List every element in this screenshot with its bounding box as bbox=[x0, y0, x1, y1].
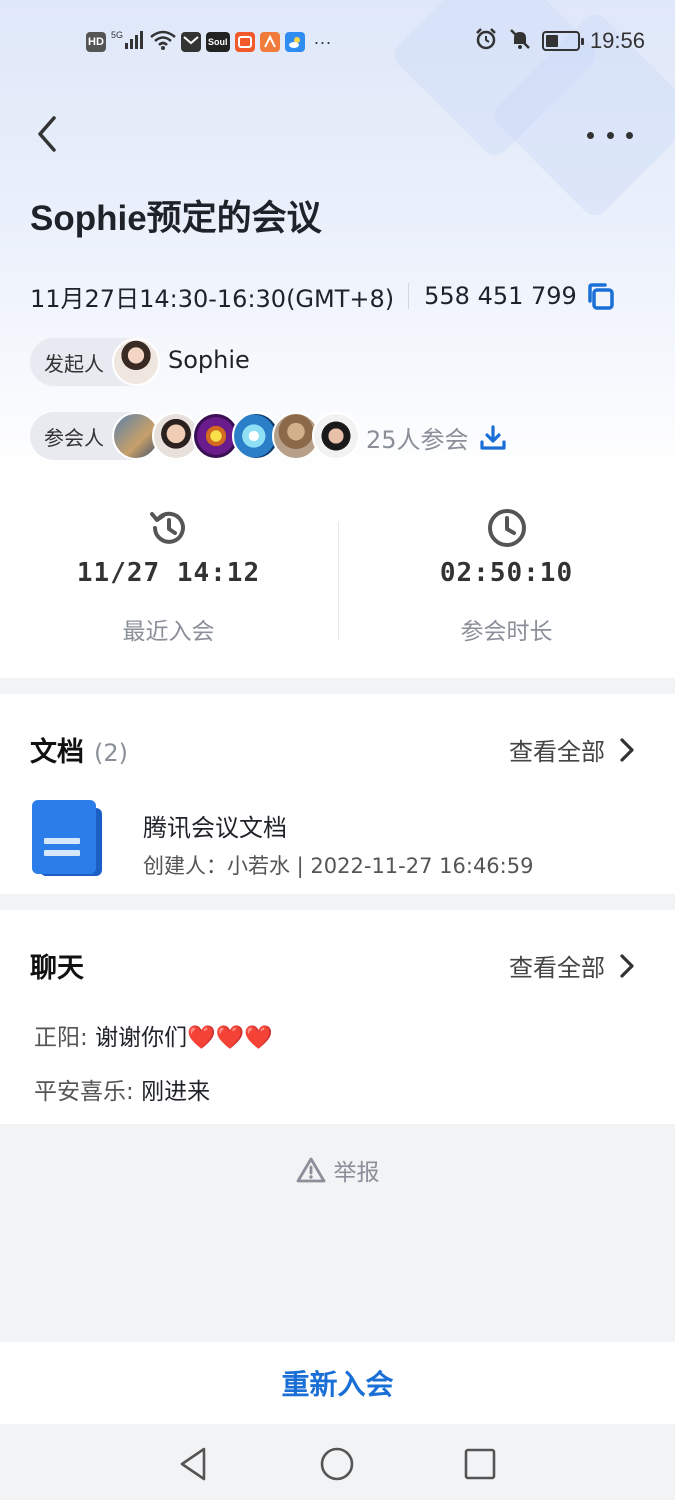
chevron-left-icon bbox=[38, 116, 56, 152]
docs-view-all-button[interactable]: 查看全部 bbox=[509, 732, 635, 767]
nav-home-icon[interactable] bbox=[317, 1444, 357, 1484]
history-clock-icon bbox=[149, 511, 185, 544]
last-join-value: 11/27 14:12 bbox=[76, 558, 261, 588]
alarm-icon bbox=[474, 27, 498, 56]
more-dot-icon bbox=[587, 131, 594, 139]
attendee-count-text: 25人参会 bbox=[366, 426, 469, 454]
nav-back-icon[interactable] bbox=[174, 1444, 214, 1484]
nav-recents-icon[interactable] bbox=[460, 1444, 500, 1484]
attendee-avatars[interactable] bbox=[112, 412, 362, 462]
view-all-label: 查看全部 bbox=[509, 954, 605, 982]
document-icon[interactable] bbox=[32, 800, 102, 876]
meeting-info-row: 11月27日14:30-16:30(GMT+8) 558 451 799 bbox=[30, 276, 615, 316]
meeting-time-range: 11月27日14:30-16:30(GMT+8) bbox=[30, 284, 395, 313]
mute-icon bbox=[508, 27, 532, 56]
copy-icon[interactable] bbox=[585, 281, 615, 311]
orange-app-icon bbox=[259, 32, 280, 52]
meeting-id[interactable]: 558 451 799 bbox=[424, 282, 577, 310]
wifi-icon bbox=[150, 29, 176, 56]
status-left-icons: HD 5G Soul ··· bbox=[86, 28, 331, 56]
more-dot-icon bbox=[626, 131, 633, 139]
chat-section: 聊天 查看全部 正阳: 谢谢你们❤️❤️❤️ 平安喜乐: 刚进来 bbox=[0, 910, 675, 1124]
meeting-stats: 11/27 14:12 最近入会 02:50:10 参会时长 bbox=[0, 480, 675, 678]
chat-message: 正阳: 谢谢你们❤️❤️❤️ bbox=[34, 1018, 273, 1052]
document-name[interactable]: 腾讯会议文档 bbox=[143, 808, 287, 843]
docs-title: 文档 (2) bbox=[30, 730, 128, 769]
heart-emoji: ❤️❤️❤️ bbox=[187, 1025, 273, 1051]
chat-title-text: 聊天 bbox=[30, 953, 84, 984]
docs-title-text: 文档 bbox=[30, 737, 84, 768]
clock-icon bbox=[487, 509, 526, 547]
report-button[interactable]: 举报 bbox=[0, 1150, 675, 1190]
chat-title: 聊天 bbox=[30, 946, 84, 985]
attendees-label: 参会人 bbox=[44, 425, 104, 450]
duration-stat: 02:50:10 参会时长 bbox=[338, 480, 675, 678]
host-name: Sophie bbox=[168, 346, 250, 374]
chevron-right-icon bbox=[620, 737, 634, 762]
5g-signal-icon: 5G bbox=[111, 29, 145, 56]
more-options-button[interactable] bbox=[587, 120, 633, 150]
duration-value: 02:50:10 bbox=[439, 558, 574, 588]
svg-text:5G: 5G bbox=[111, 30, 123, 40]
status-right-icons: 19:56 bbox=[474, 26, 645, 56]
last-join-label: 最近入会 bbox=[122, 619, 215, 645]
battery-icon bbox=[541, 31, 584, 51]
rejoin-button[interactable]: 重新入会 bbox=[281, 1363, 393, 1403]
docs-count: (2) bbox=[94, 739, 128, 767]
more-notifications-icon: ··· bbox=[313, 31, 332, 52]
chat-text: 谢谢你们 bbox=[95, 1025, 188, 1051]
view-all-label: 查看全部 bbox=[509, 738, 605, 766]
attendee-avatar[interactable] bbox=[312, 412, 360, 460]
host-avatar[interactable] bbox=[112, 338, 160, 386]
top-nav bbox=[0, 100, 675, 170]
chat-view-all-button[interactable]: 查看全部 bbox=[509, 948, 635, 983]
chat-sender: 正阳: bbox=[34, 1025, 96, 1051]
more-dot-icon bbox=[606, 131, 614, 139]
host-label: 发起人 bbox=[44, 351, 104, 376]
mail-app-icon bbox=[181, 32, 201, 52]
shop-app-icon bbox=[234, 32, 255, 52]
chevron-right-icon bbox=[620, 953, 634, 978]
docs-section: 文档 (2) 查看全部 腾讯会议文档 创建人：小若水 | 2022-11-27 1… bbox=[0, 694, 675, 894]
divider bbox=[408, 283, 410, 309]
page-title: Sophie预定的会议 bbox=[30, 199, 322, 238]
back-button[interactable] bbox=[30, 114, 66, 154]
soul-app-icon: Soul bbox=[206, 32, 230, 52]
system-nav-bar bbox=[0, 1424, 675, 1500]
hd-icon: HD bbox=[86, 32, 106, 52]
report-label: 举报 bbox=[333, 1160, 380, 1186]
last-join-stat: 11/27 14:12 最近入会 bbox=[0, 480, 337, 678]
download-icon[interactable] bbox=[479, 424, 507, 452]
chat-text: 刚进来 bbox=[141, 1079, 211, 1105]
status-bar: HD 5G Soul ··· 19:56 bbox=[0, 0, 675, 84]
warning-icon bbox=[296, 1157, 325, 1183]
chat-sender: 平安喜乐: bbox=[34, 1079, 142, 1105]
attendee-count[interactable]: 25人参会 bbox=[366, 420, 507, 455]
duration-label: 参会时长 bbox=[460, 619, 553, 645]
chat-message: 平安喜乐: 刚进来 bbox=[34, 1072, 210, 1106]
status-time: 19:56 bbox=[589, 28, 645, 53]
document-meta: 创建人：小若水 | 2022-11-27 16:46:59 bbox=[143, 854, 534, 878]
weather-app-icon bbox=[284, 32, 305, 52]
rejoin-bar: 重新入会 bbox=[0, 1342, 675, 1424]
